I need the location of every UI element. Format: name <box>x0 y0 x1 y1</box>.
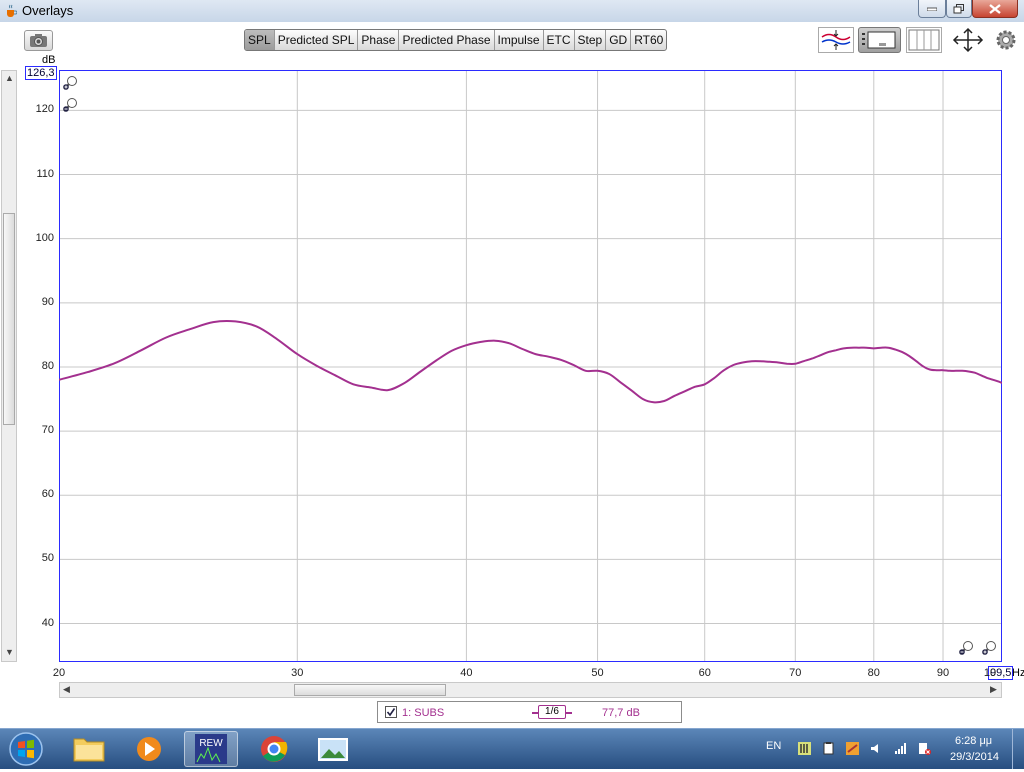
svg-text:REW: REW <box>199 738 223 749</box>
photo-viewer-icon <box>318 738 348 761</box>
checkmark-icon <box>386 708 396 717</box>
cursor-value: 77,7 dB <box>602 707 640 719</box>
y-tick-label: 110 <box>36 167 54 180</box>
camera-icon <box>30 34 47 47</box>
x-tick-label: 60 <box>698 667 711 679</box>
x-tick-label: 80 <box>867 667 880 679</box>
x-tick-label: 20 <box>52 667 66 679</box>
windows-start-icon[interactable] <box>6 730 46 768</box>
show-desktop-button[interactable] <box>1012 729 1024 769</box>
trace-name: 1: SUBS <box>402 707 445 719</box>
clipboard-tray-icon[interactable] <box>822 742 835 755</box>
y-tick-label: 50 <box>41 552 54 565</box>
y-axis-unit: dB <box>42 54 56 66</box>
taskbar-photo-viewer[interactable] <box>306 731 360 767</box>
clock-date[interactable]: 29/3/2014 <box>950 751 999 763</box>
minimize-button[interactable] <box>918 0 946 18</box>
x-tick-label: 90 <box>936 667 950 679</box>
rew-app-icon: REW <box>195 734 227 764</box>
scroll-right-arrow-icon[interactable]: ▶ <box>990 684 997 695</box>
volume-icon[interactable] <box>870 742 883 755</box>
y-tick-label: 40 <box>41 616 54 629</box>
stacked-graph-button[interactable] <box>906 27 942 53</box>
y-tick-label: 100 <box>35 231 54 244</box>
x-tick-label: 70 <box>789 667 802 679</box>
zoom-in-y-icon[interactable] <box>62 75 78 91</box>
input-language[interactable]: EN <box>766 740 781 752</box>
tab-predicted-phase[interactable]: Predicted Phase <box>399 30 495 50</box>
trace-legend: 1: SUBS 1/6 77,7 dB <box>377 701 682 723</box>
tab-step[interactable]: Step <box>575 30 607 50</box>
tab-gd[interactable]: GD <box>606 30 632 50</box>
single-graph-button[interactable] <box>858 27 901 53</box>
folder-icon <box>73 738 105 762</box>
clock-time[interactable]: 6:28 μμ <box>955 735 992 747</box>
close-icon <box>989 3 1001 14</box>
vertical-scroll-thumb[interactable] <box>3 213 15 425</box>
vertical-scrollbar[interactable]: ▲ ▼ <box>1 70 17 662</box>
smoothing-line-right <box>566 712 572 714</box>
spl-trace-subs <box>59 319 1002 404</box>
plot-border <box>59 70 1002 662</box>
stacked-graph-icon <box>908 29 940 51</box>
taskbar-rew[interactable]: REW <box>184 731 238 767</box>
horizontal-scroll-thumb[interactable] <box>294 684 446 696</box>
overlay-view-button[interactable] <box>818 27 854 53</box>
tab-etc[interactable]: ETC <box>544 30 575 50</box>
y-tick-label: 90 <box>41 295 54 308</box>
trace-layer <box>59 319 1002 404</box>
restore-button[interactable] <box>946 0 972 18</box>
horizontal-scrollbar[interactable]: ◀ ▶ <box>59 682 1002 698</box>
windows-taskbar: REW EN 6:28 μμ 29/3/2014 <box>0 728 1024 769</box>
network-icon[interactable] <box>894 742 907 755</box>
pan-button[interactable] <box>950 27 986 53</box>
x-tick-label: 50 <box>591 667 604 679</box>
tab-spl[interactable]: SPL <box>245 30 275 50</box>
tab-phase[interactable]: Phase <box>358 30 400 50</box>
y-axis-max-input[interactable]: 126,3 <box>25 66 57 80</box>
tab-impulse[interactable]: Impulse <box>495 30 544 50</box>
meter-tray-icon[interactable] <box>798 742 811 755</box>
trace-visible-checkbox[interactable] <box>385 706 397 718</box>
zoom-in-x-icon[interactable] <box>981 640 997 656</box>
x-tick-label: 10 <box>983 667 997 679</box>
scroll-down-arrow-icon[interactable]: ▼ <box>5 647 14 657</box>
zoom-out-y-icon[interactable] <box>62 97 78 113</box>
gear-icon <box>996 30 1016 50</box>
y-tick-label: 80 <box>41 359 54 372</box>
zoom-out-x-icon[interactable] <box>958 640 974 656</box>
smoothing-selector[interactable]: 1/6 <box>538 705 566 719</box>
chrome-icon <box>261 736 288 762</box>
scroll-left-arrow-icon[interactable]: ◀ <box>63 684 70 695</box>
action-center-icon[interactable] <box>918 742 931 755</box>
single-graph-icon <box>862 31 896 49</box>
spl-graph[interactable] <box>59 70 1002 662</box>
taskbar-chrome[interactable] <box>247 731 301 767</box>
x-tick-label: 30 <box>291 667 304 679</box>
y-tick-label: 120 <box>35 103 54 116</box>
move-arrows-icon <box>952 27 984 53</box>
tab-rt60[interactable]: RT60 <box>631 30 666 50</box>
title-bar: Overlays <box>0 0 1024 23</box>
window-title: Overlays <box>22 3 74 18</box>
taskbar-media-player[interactable] <box>122 731 176 767</box>
close-button[interactable] <box>972 0 1018 18</box>
overlay-traces-icon <box>821 30 851 50</box>
x-axis-unit: Hz <box>1012 667 1024 679</box>
firewall-tray-icon[interactable] <box>846 742 859 755</box>
minimize-icon <box>927 7 937 11</box>
capture-button[interactable] <box>24 30 53 51</box>
media-player-icon <box>137 737 161 761</box>
taskbar-explorer[interactable] <box>62 731 116 767</box>
restore-icon <box>953 3 964 13</box>
tab-predicted-spl[interactable]: Predicted SPL <box>275 30 359 50</box>
settings-button[interactable] <box>994 27 1018 53</box>
scroll-up-arrow-icon[interactable]: ▲ <box>5 73 14 83</box>
y-tick-label: 70 <box>41 424 54 437</box>
x-tick-label: 40 <box>460 667 473 679</box>
java-cup-icon <box>7 4 17 17</box>
grid-lines <box>59 70 1002 662</box>
graph-tabs: SPL Predicted SPL Phase Predicted Phase … <box>244 29 668 51</box>
y-tick-label: 60 <box>41 488 54 501</box>
